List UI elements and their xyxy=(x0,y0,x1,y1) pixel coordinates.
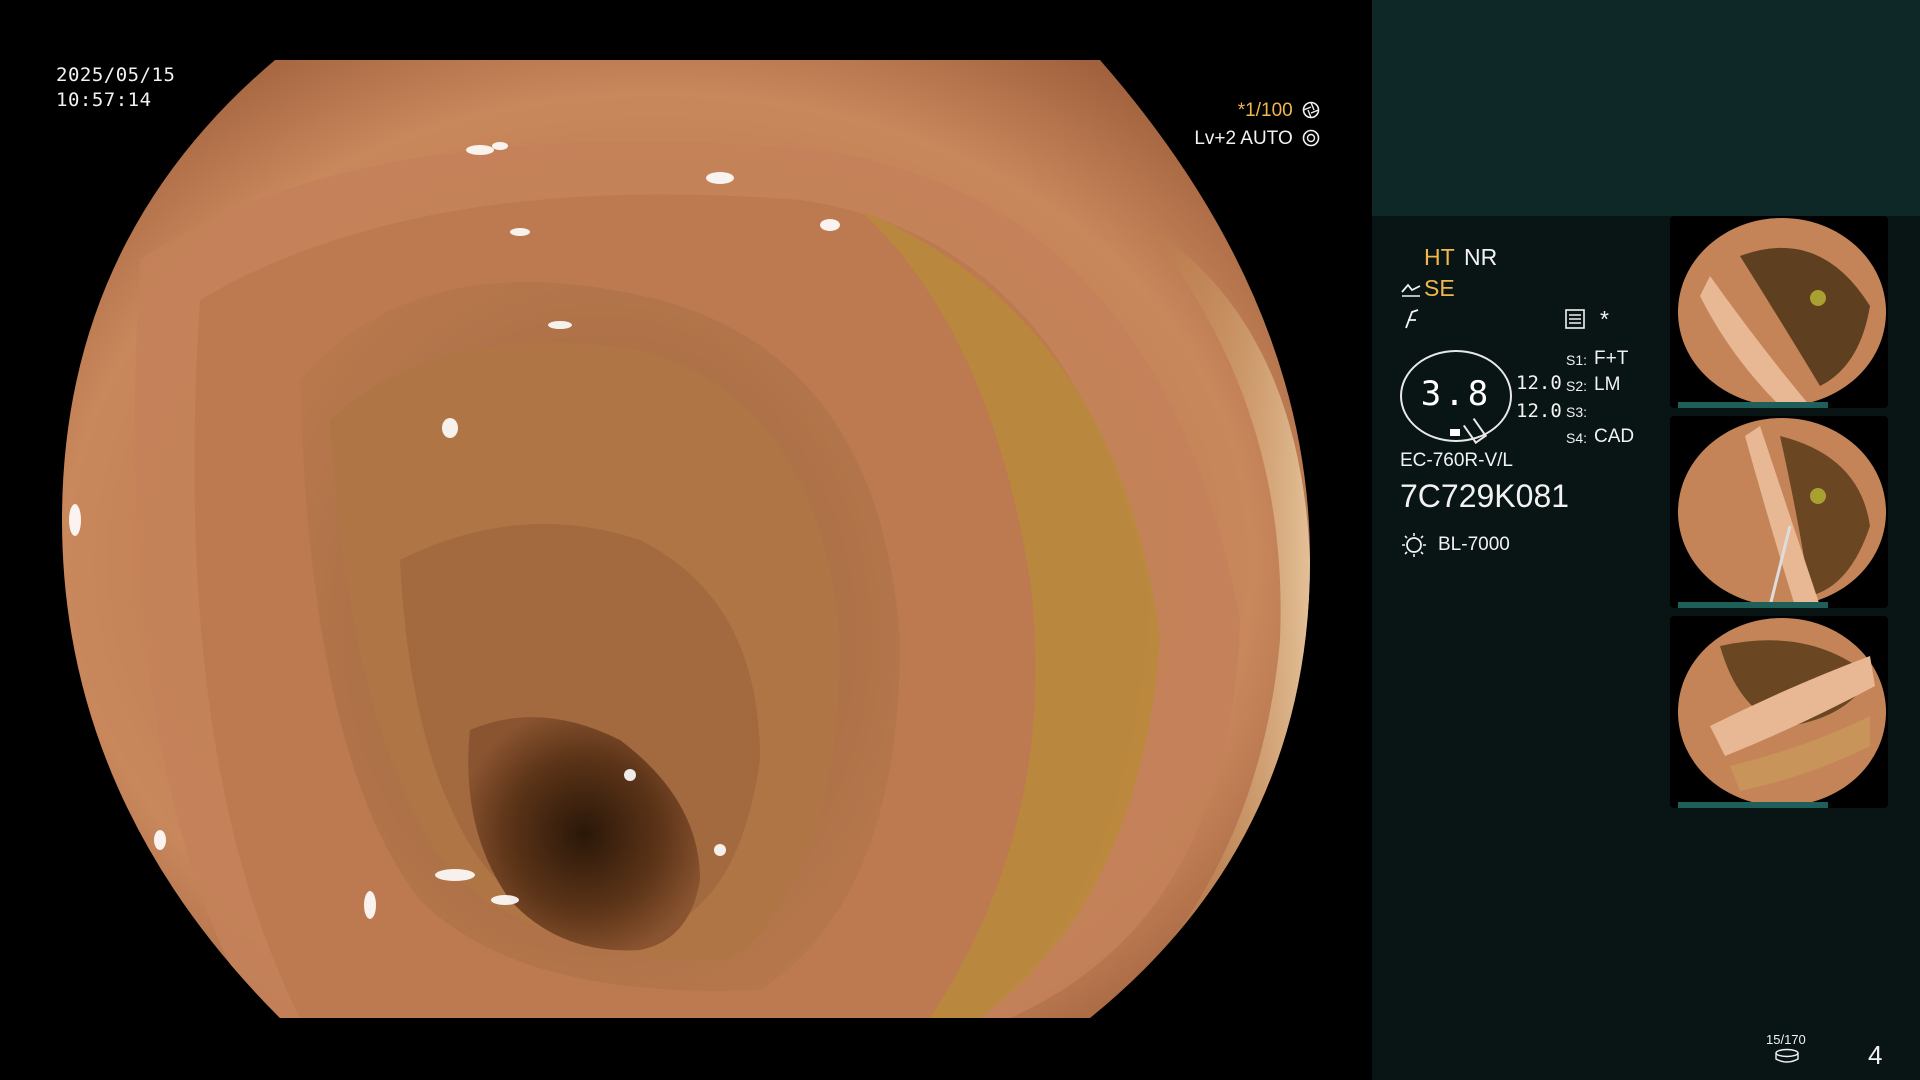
zoom-tick-icon xyxy=(1462,417,1488,445)
thumbnail-bar xyxy=(1678,802,1828,808)
status-panel: HT NR SE * 3.8 12.0 12.0 S1: F+T S2: LM … xyxy=(1372,0,1920,1080)
light-source-icon xyxy=(1402,533,1426,557)
scope-model: EC-760R-V/L xyxy=(1400,450,1513,471)
capture-date: 2025/05/15 xyxy=(56,64,176,86)
level-value: Lv+2 xyxy=(1194,128,1237,149)
asterisk-indicator: * xyxy=(1600,306,1609,332)
storage-disk-icon xyxy=(1775,1048,1799,1063)
page-number: 4 xyxy=(1868,1040,1883,1070)
shutter-value: *1/100 xyxy=(1237,100,1293,121)
target-icon xyxy=(1302,129,1320,147)
se-mode-label: SE xyxy=(1424,275,1455,301)
captured-image-2[interactable] xyxy=(1670,416,1888,608)
s1-value: F+T xyxy=(1594,348,1629,369)
mode-value: AUTO xyxy=(1240,128,1293,149)
captured-image-3[interactable] xyxy=(1670,616,1888,808)
zoom-value: 3.8 xyxy=(1420,374,1492,414)
thumbnail-image xyxy=(1678,418,1886,607)
aperture-icon xyxy=(1302,101,1320,119)
s4-label: S4: xyxy=(1566,430,1588,446)
thumbnail-image xyxy=(1678,218,1886,406)
zoom-marker xyxy=(1450,429,1460,436)
shutter-speed-indicator: *1/100 xyxy=(1238,100,1320,122)
thumbnail-image xyxy=(1678,618,1886,806)
settings-list-icon xyxy=(1565,309,1585,329)
s3-label: S3: xyxy=(1566,404,1588,420)
zoom-indicator: 3.8 xyxy=(1400,350,1512,445)
endoscope-live-view: 2025/05/15 10:57:14 *1/100 Lv+2 AUTO xyxy=(0,0,1372,1080)
structure-enhance-icon xyxy=(1401,283,1421,297)
thumbnail-bar xyxy=(1678,602,1828,608)
s2-value: LM xyxy=(1594,374,1621,395)
light-source-model: BL-7000 xyxy=(1438,534,1510,555)
exposure-level-indicator: Lv+2 AUTO xyxy=(1194,128,1320,150)
nr-mode-label: NR xyxy=(1464,244,1498,270)
color-tone-icon xyxy=(1405,309,1419,329)
s1-label: S1: xyxy=(1566,352,1588,368)
captured-image-1[interactable] xyxy=(1670,216,1888,408)
ht-mode-label: HT xyxy=(1424,244,1455,270)
s4-value: CAD xyxy=(1594,426,1635,447)
value-lower: 12.0 xyxy=(1516,400,1562,422)
scope-serial: 7C729K081 xyxy=(1400,478,1570,514)
capture-time: 10:57:14 xyxy=(56,89,152,111)
storage-counter: 15/170 xyxy=(1766,1032,1806,1047)
value-upper: 12.0 xyxy=(1516,372,1562,394)
panel-header-band xyxy=(1372,0,1920,216)
colon-lumen-image xyxy=(62,60,1310,1018)
s2-label: S2: xyxy=(1566,378,1588,394)
thumbnail-bar xyxy=(1678,402,1828,408)
